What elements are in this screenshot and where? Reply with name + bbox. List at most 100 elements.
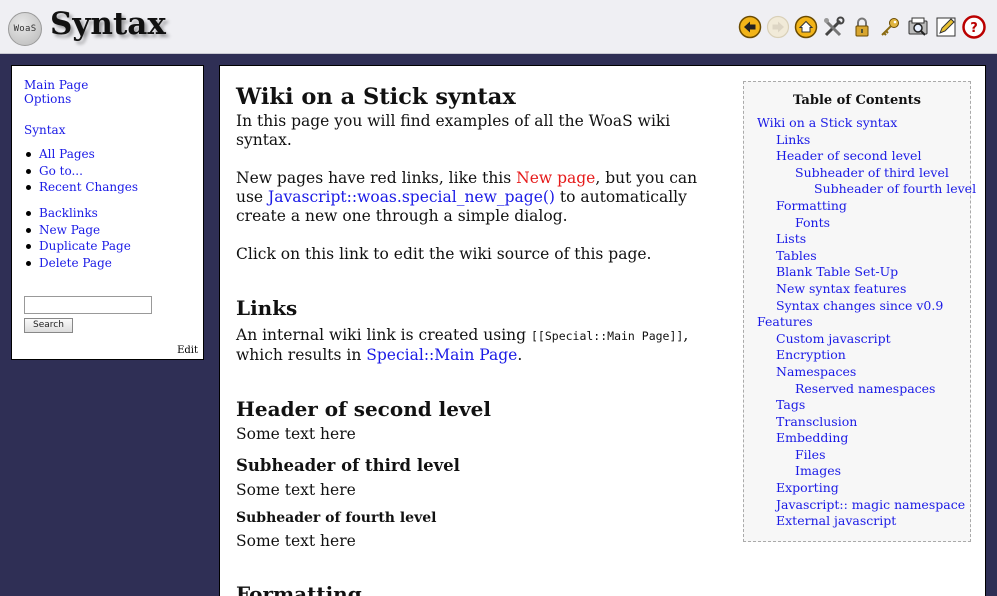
new-page-red-link[interactable]: New page: [516, 169, 595, 187]
toc-link[interactable]: Javascript:: magic namespace: [776, 497, 965, 512]
toc-link[interactable]: Wiki on a Stick syntax: [757, 115, 897, 130]
toc-item: Wiki on a Stick syntax: [757, 115, 976, 132]
toc-item: Features: [757, 314, 976, 331]
sidebar-menu: Main Page Options Syntax All Pages Go to…: [11, 65, 204, 360]
toc-link[interactable]: Custom javascript: [776, 331, 891, 346]
toc-item: Custom javascript: [757, 331, 976, 348]
toc-link[interactable]: Reserved namespaces: [795, 381, 935, 396]
page-heading: Wiki on a Stick syntax: [236, 84, 516, 110]
toc-link[interactable]: Tables: [776, 248, 817, 263]
search-input[interactable]: [24, 296, 152, 314]
sidebar-page-actions: Backlinks New Page Duplicate Page Delete…: [24, 205, 131, 271]
links-paragraph: An internal wiki link is created using […: [236, 326, 716, 365]
sidebar-link-main-page[interactable]: Main Page: [24, 78, 88, 92]
special-new-page-link[interactable]: Javascript::woas.special_new_page(): [268, 188, 555, 206]
toc-link[interactable]: Links: [776, 132, 810, 147]
toc-link[interactable]: Syntax changes since v0.9: [776, 298, 943, 313]
table-of-contents: Table of Contents Wiki on a Stick syntax…: [743, 81, 976, 542]
toc-link[interactable]: Subheader of fourth level: [814, 181, 976, 196]
toc-item: Subheader of fourth level: [757, 181, 976, 198]
woas-logo[interactable]: WoaS: [8, 12, 42, 46]
back-arrow-icon[interactable]: [737, 14, 763, 40]
toc-item: Lists: [757, 231, 976, 248]
sidebar-link-new-page[interactable]: New Page: [39, 223, 100, 237]
toc-link[interactable]: Header of second level: [776, 148, 921, 163]
toc-list: Wiki on a Stick syntax Links Header of sec…: [757, 115, 976, 530]
toc-link[interactable]: Files: [795, 447, 825, 462]
text: .: [517, 346, 523, 364]
toc-item: Exporting: [757, 480, 976, 497]
toc-item: Subheader of third level: [757, 165, 976, 182]
list-item: Go to...: [24, 163, 138, 180]
sidebar-link-duplicate-page[interactable]: Duplicate Page: [39, 239, 131, 253]
edit-source-paragraph[interactable]: Click on this link to edit the wiki sour…: [236, 245, 716, 264]
toc-item: Links: [757, 132, 976, 149]
toc-link[interactable]: Images: [795, 463, 841, 478]
toc-link[interactable]: Transclusion: [776, 414, 857, 429]
links-heading: Links: [236, 296, 298, 320]
toc-link[interactable]: Fonts: [795, 215, 830, 230]
toc-item: Namespaces: [757, 364, 976, 381]
sidebar-link-syntax[interactable]: Syntax: [24, 123, 65, 137]
sidebar-link-all-pages[interactable]: All Pages: [39, 147, 95, 161]
toc-link[interactable]: Embedding: [776, 430, 848, 445]
toc-item: Tags: [757, 397, 976, 414]
svg-text:?: ?: [970, 21, 978, 36]
top-bar: WoaS Syntax ?: [0, 0, 997, 54]
toc-item: Reserved namespaces: [757, 381, 976, 398]
lock-icon[interactable]: [849, 14, 875, 40]
toc-item: Transclusion: [757, 414, 976, 431]
home-icon[interactable]: [793, 14, 819, 40]
body-text: Some text here: [236, 481, 356, 499]
toc-link[interactable]: Subheader of third level: [795, 165, 949, 180]
forward-arrow-icon[interactable]: [765, 14, 791, 40]
list-item: Recent Changes: [24, 179, 138, 196]
toc-link[interactable]: Formatting: [776, 198, 847, 213]
wiki-link-code: [[Special::Main Page]]: [531, 329, 684, 343]
toc-item: Files: [757, 447, 976, 464]
help-icon[interactable]: ?: [961, 14, 987, 40]
sidebar-link-delete-page[interactable]: Delete Page: [39, 256, 112, 270]
search-button[interactable]: Search: [24, 318, 73, 333]
new-page-paragraph: New pages have red links, like this New …: [236, 169, 716, 226]
list-item: Backlinks: [24, 205, 131, 222]
toc-title: Table of Contents: [793, 93, 921, 108]
list-item: All Pages: [24, 146, 138, 163]
toc-link[interactable]: Namespaces: [776, 364, 856, 379]
toolbar: ?: [737, 14, 987, 40]
body-text: Some text here: [236, 532, 356, 550]
list-item: Duplicate Page: [24, 238, 131, 255]
sidebar-link-options[interactable]: Options: [24, 92, 71, 106]
list-item: New Page: [24, 222, 131, 239]
toc-item: Formatting: [757, 198, 976, 215]
toc-link[interactable]: Encryption: [776, 347, 846, 362]
key-icon[interactable]: [877, 14, 903, 40]
third-level-heading: Subheader of third level: [236, 456, 460, 475]
toc-item: Tables: [757, 248, 976, 265]
sidebar-special-list: All Pages Go to... Recent Changes: [24, 146, 138, 196]
toc-link[interactable]: External javascript: [776, 513, 896, 528]
toc-item: Fonts: [757, 215, 976, 232]
main-content: Wiki on a Stick syntax In this page you …: [219, 65, 986, 596]
toc-item: New syntax features: [757, 281, 976, 298]
sidebar-edit-link[interactable]: Edit: [177, 345, 198, 356]
toc-link[interactable]: Lists: [776, 231, 806, 246]
toc-link[interactable]: New syntax features: [776, 281, 906, 296]
tools-icon[interactable]: [821, 14, 847, 40]
text: An internal wiki link is created using: [236, 326, 531, 344]
formatting-heading: Formatting: [236, 582, 362, 596]
print-search-icon[interactable]: [905, 14, 931, 40]
toc-item: Encryption: [757, 347, 976, 364]
toc-link[interactable]: Features: [757, 314, 813, 329]
toc-item: Blank Table Set-Up: [757, 264, 976, 281]
toc-link[interactable]: Tags: [776, 397, 805, 412]
page-body: Wiki on a Stick syntax In this page you …: [236, 84, 716, 596]
toc-link[interactable]: Exporting: [776, 480, 839, 495]
sidebar-link-recent-changes[interactable]: Recent Changes: [39, 180, 138, 194]
edit-icon[interactable]: [933, 14, 959, 40]
sidebar-link-go-to[interactable]: Go to...: [39, 164, 83, 178]
sidebar-link-backlinks[interactable]: Backlinks: [39, 206, 98, 220]
special-main-page-link[interactable]: Special::Main Page: [366, 346, 517, 364]
toc-link[interactable]: Blank Table Set-Up: [776, 264, 898, 279]
page-title: Syntax: [50, 6, 166, 42]
